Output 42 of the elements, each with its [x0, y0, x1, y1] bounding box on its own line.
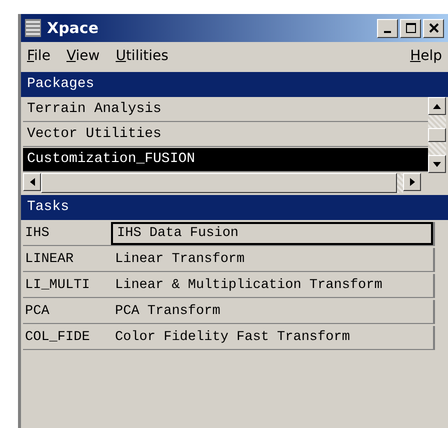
scroll-down-button[interactable]	[428, 155, 446, 173]
vertical-scrollbar[interactable]	[428, 97, 446, 173]
task-code: PCA	[24, 303, 50, 321]
task-code: LI_MULTI	[24, 277, 91, 295]
package-item[interactable]: Customization_FUSION	[23, 148, 428, 172]
task-name: Linear Transform	[114, 251, 246, 269]
task-name: IHS Data Fusion	[111, 222, 433, 245]
package-item[interactable]: Vector Utilities	[23, 123, 428, 147]
scroll-right-button[interactable]	[403, 173, 421, 191]
task-row[interactable]: COL_FIDE Color Fidelity Fast Transform	[23, 326, 435, 350]
right-arrow-icon	[410, 178, 414, 186]
task-name: Linear & Multiplication Transform	[114, 277, 384, 295]
scroll-left-button[interactable]	[23, 173, 41, 191]
package-item[interactable]: Terrain Analysis	[23, 98, 428, 122]
minimize-icon	[384, 30, 391, 32]
task-code: LINEAR	[24, 251, 75, 269]
maximize-button[interactable]	[400, 18, 421, 38]
scroll-up-button[interactable]	[428, 97, 446, 115]
app-icon	[25, 19, 41, 37]
close-button[interactable]	[423, 18, 444, 38]
scroll-thumb[interactable]	[428, 128, 446, 142]
window-title: Xpace	[47, 19, 98, 37]
close-icon	[428, 23, 438, 33]
task-row[interactable]: LINEAR Linear Transform	[23, 248, 435, 272]
maximize-icon	[406, 23, 416, 33]
task-name: Color Fidelity Fast Transform	[114, 329, 351, 347]
task-row[interactable]: LI_MULTI Linear & Multiplication Transform	[23, 274, 435, 298]
minimize-button[interactable]	[377, 18, 398, 38]
up-arrow-icon	[433, 104, 441, 108]
down-arrow-icon	[433, 162, 441, 166]
menu-item[interactable]: Utilities	[116, 48, 168, 64]
section-header: Packages	[21, 72, 448, 97]
menu-item[interactable]: View	[66, 48, 100, 64]
task-row[interactable]: IHS IHS Data Fusion	[23, 222, 435, 246]
task-code: IHS	[24, 225, 50, 243]
left-arrow-icon	[30, 178, 34, 186]
menu-item[interactable]: Help	[410, 48, 442, 64]
task-name: PCA Transform	[114, 303, 222, 321]
menu-item[interactable]: File	[27, 48, 50, 64]
task-code: COL_FIDE	[24, 329, 91, 347]
section-header: Tasks	[21, 195, 448, 220]
task-row[interactable]: PCA PCA Transform	[23, 300, 435, 324]
